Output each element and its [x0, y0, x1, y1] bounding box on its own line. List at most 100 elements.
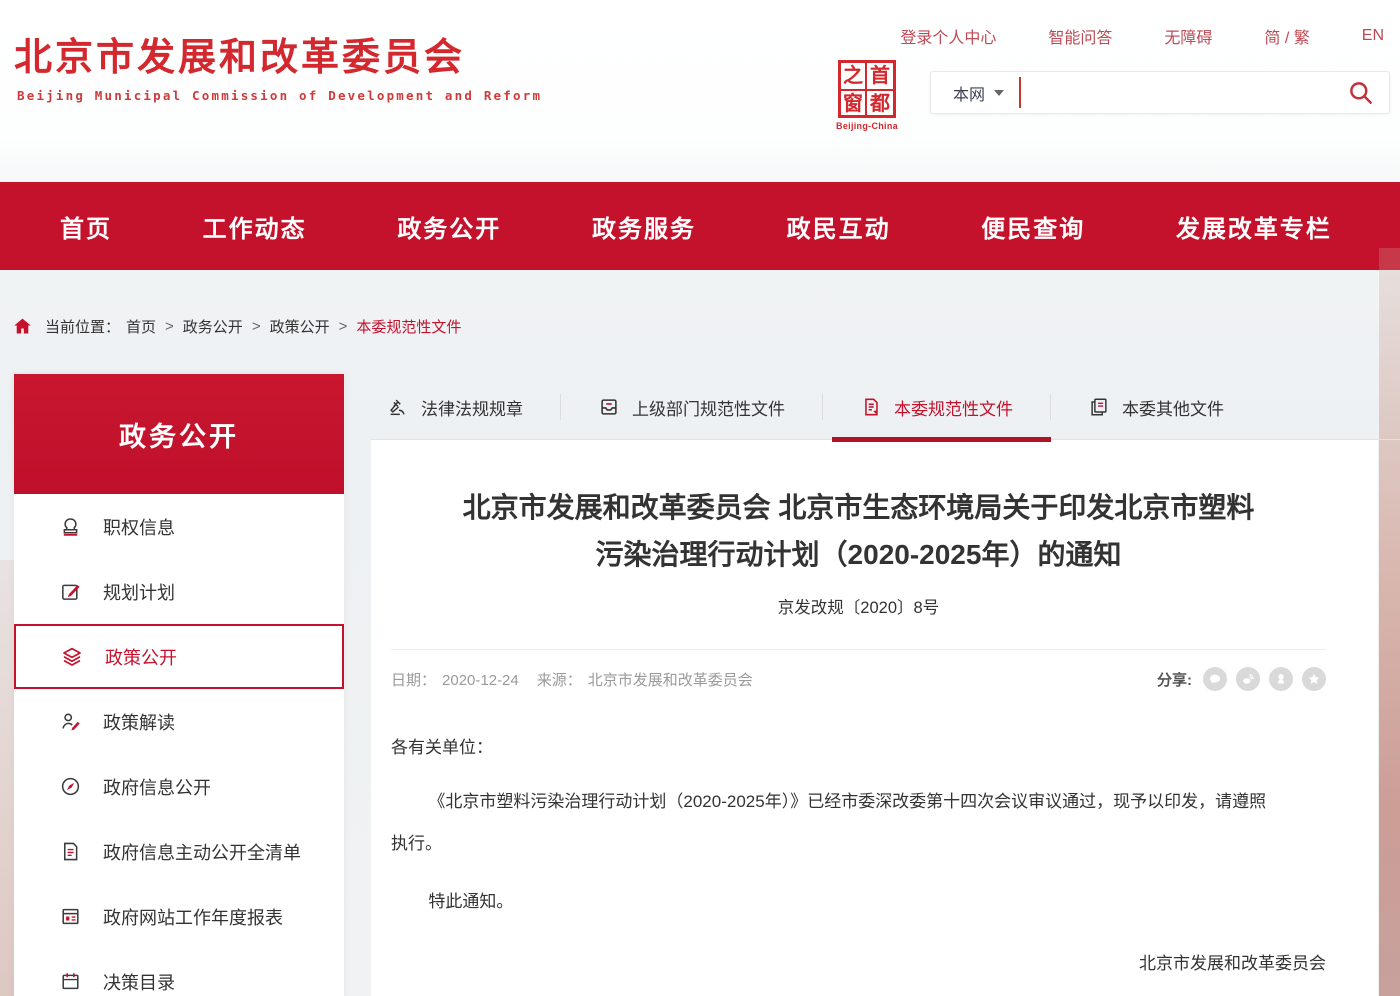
- date-label: 日期：: [391, 672, 436, 689]
- search-input[interactable]: [1021, 72, 1347, 113]
- nav-item-convenience-query[interactable]: 便民查询: [981, 209, 1085, 244]
- background-texture-right: [1379, 248, 1400, 996]
- tab-commission-normative-docs[interactable]: 本委规范性文件: [860, 374, 1013, 440]
- breadcrumb-separator: >: [339, 318, 348, 335]
- salutation: 各有关单位：: [391, 727, 1326, 769]
- sidebar: 政务公开 职权信息 规划计划: [14, 374, 344, 996]
- document-tabs: 法律法规规章 上级部门规范性文件: [371, 374, 1378, 440]
- paragraph: 《北京市塑料污染治理行动计划（2020-2025年）》已经市委深改委第十四次会议…: [391, 781, 1271, 865]
- tab-divider: [1050, 394, 1051, 420]
- tab-label: 法律法规规章: [421, 395, 523, 420]
- document-number: 京发改规〔2020〕8号: [391, 594, 1326, 618]
- sidebar-item-label: 决策目录: [103, 969, 175, 995]
- sidebar-item-label: 政策解读: [103, 709, 175, 735]
- inbox-doc-icon: [598, 396, 620, 418]
- breadcrumb-label: 当前位置：: [45, 316, 120, 337]
- seal-char: 之: [841, 63, 867, 91]
- accessibility-link[interactable]: 无障碍: [1164, 24, 1212, 48]
- other-docs-icon: [1088, 396, 1110, 418]
- sidebar-item-label: 政府信息公开: [103, 774, 211, 800]
- site-logo-subtitle: Beijing Municipal Commission of Developm…: [17, 88, 542, 103]
- tab-label: 上级部门规范性文件: [632, 395, 785, 420]
- search-bar: 本网: [930, 71, 1390, 114]
- tab-label: 本委其他文件: [1122, 395, 1224, 420]
- interpret-icon: [58, 710, 82, 733]
- qzone-star-share-icon[interactable]: [1302, 667, 1326, 691]
- sidebar-item-label: 政策公开: [105, 644, 177, 670]
- annual-report-icon: [58, 905, 82, 928]
- nav-item-home[interactable]: 首页: [60, 209, 112, 244]
- source-label: 来源：: [537, 672, 582, 689]
- seal-char: 窗: [841, 91, 867, 117]
- english-link[interactable]: EN: [1362, 27, 1384, 45]
- simplified-traditional-link[interactable]: 简 / 繁: [1264, 24, 1309, 48]
- paragraph: 特此通知。: [391, 881, 1326, 923]
- tab-laws-regulations[interactable]: 法律法规规章: [387, 374, 523, 440]
- nav-item-public-interaction[interactable]: 政民互动: [787, 209, 891, 244]
- sidebar-title: 政务公开: [14, 374, 344, 494]
- utility-links: 登录个人中心 智能问答 无障碍 简 / 繁 EN: [900, 24, 1384, 48]
- page-layout: 政务公开 职权信息 规划计划: [14, 374, 1378, 996]
- sidebar-item-decision-catalog[interactable]: 决策目录: [14, 949, 344, 996]
- sidebar-item-authority-info[interactable]: 职权信息: [14, 494, 344, 559]
- breadcrumb-home[interactable]: 首页: [126, 316, 156, 337]
- sidebar-item-website-annual-report[interactable]: 政府网站工作年度报表: [14, 884, 344, 949]
- breadcrumb-separator: >: [165, 318, 174, 335]
- compass-icon: [58, 775, 82, 798]
- nav-item-work-updates[interactable]: 工作动态: [203, 209, 307, 244]
- tab-divider: [560, 394, 561, 420]
- nav-item-reform-special[interactable]: 发展改革专栏: [1176, 209, 1332, 244]
- wechat-share-icon[interactable]: [1203, 667, 1227, 691]
- login-personal-center-link[interactable]: 登录个人中心: [900, 24, 996, 48]
- nav-item-gov-disclosure[interactable]: 政务公开: [397, 209, 501, 244]
- breadcrumb-policy-disclosure[interactable]: 政策公开: [270, 316, 330, 337]
- plan-edit-icon: [58, 580, 82, 603]
- sidebar-item-policy-interpretation[interactable]: 政策解读: [14, 689, 344, 754]
- nav-item-gov-services[interactable]: 政务服务: [592, 209, 696, 244]
- main-content: 法律法规规章 上级部门规范性文件: [371, 374, 1378, 996]
- share-bar: 分享:: [1157, 667, 1326, 691]
- sidebar-item-label: 规划计划: [103, 579, 175, 605]
- article-body: 各有关单位： 《北京市塑料污染治理行动计划（2020-2025年）》已经市委深改…: [391, 727, 1326, 985]
- signature: 北京市发展和改革委员会: [391, 943, 1326, 985]
- weibo-share-icon[interactable]: [1236, 667, 1260, 691]
- normative-doc-icon: [860, 396, 882, 418]
- layers-icon: [60, 645, 84, 669]
- sidebar-item-gov-info-disclosure[interactable]: 政府信息公开: [14, 754, 344, 819]
- source-value: 北京市发展和改革委员会: [588, 672, 753, 689]
- seal-caption: Beijing-China: [834, 121, 900, 131]
- article-panel: 北京市发展和改革委员会 北京市生态环境局关于印发北京市塑料 污染治理行动计划（2…: [371, 440, 1378, 996]
- article-title-line2: 污染治理行动计划（2020-2025年）的通知: [391, 531, 1326, 578]
- sidebar-item-label: 政府信息主动公开全清单: [103, 839, 301, 865]
- breadcrumb-gov-disclosure[interactable]: 政务公开: [183, 316, 243, 337]
- chevron-down-icon: [994, 90, 1004, 101]
- breadcrumb: 当前位置： 首页 > 政务公开 > 政策公开 > 本委规范性文件: [12, 316, 1400, 337]
- site-header: 北京市发展和改革委员会 Beijing Municipal Commission…: [0, 0, 1400, 182]
- seal-icon: 之 首 窗 都: [838, 60, 896, 118]
- sidebar-item-policy-disclosure[interactable]: 政策公开: [14, 624, 344, 689]
- background-texture-left: [0, 560, 14, 996]
- stamp-icon: [58, 515, 82, 538]
- tab-commission-other-docs[interactable]: 本委其他文件: [1088, 374, 1224, 440]
- tab-divider: [822, 394, 823, 420]
- search-scope-dropdown[interactable]: 本网: [953, 81, 1004, 105]
- breadcrumb-current[interactable]: 本委规范性文件: [356, 316, 461, 337]
- sidebar-item-proactive-disclosure-list[interactable]: 政府信息主动公开全清单: [14, 819, 344, 884]
- doc-list-icon: [58, 840, 82, 863]
- site-logo-title: 北京市发展和改革委员会: [14, 26, 465, 81]
- tab-superior-normative-docs[interactable]: 上级部门规范性文件: [598, 374, 785, 440]
- search-scope-label: 本网: [953, 81, 985, 105]
- smart-qa-link[interactable]: 智能问答: [1048, 24, 1112, 48]
- share-label: 分享:: [1157, 669, 1192, 690]
- breadcrumb-separator: >: [252, 318, 261, 335]
- capital-window-seal-logo[interactable]: 之 首 窗 都 Beijing-China: [834, 60, 900, 131]
- search-icon[interactable]: [1347, 79, 1374, 106]
- decision-catalog-icon: [58, 970, 82, 993]
- date-source-row: 日期：2020-12-24来源：北京市发展和改革委员会: [391, 669, 759, 690]
- sidebar-item-label: 政府网站工作年度报表: [103, 904, 283, 930]
- article-meta: 日期：2020-12-24来源：北京市发展和改革委员会 分享:: [391, 649, 1326, 691]
- article-title-line1: 北京市发展和改革委员会 北京市生态环境局关于印发北京市塑料: [391, 484, 1326, 531]
- sidebar-item-plans[interactable]: 规划计划: [14, 559, 344, 624]
- sidebar-item-label: 职权信息: [103, 514, 175, 540]
- qq-share-icon[interactable]: [1269, 667, 1293, 691]
